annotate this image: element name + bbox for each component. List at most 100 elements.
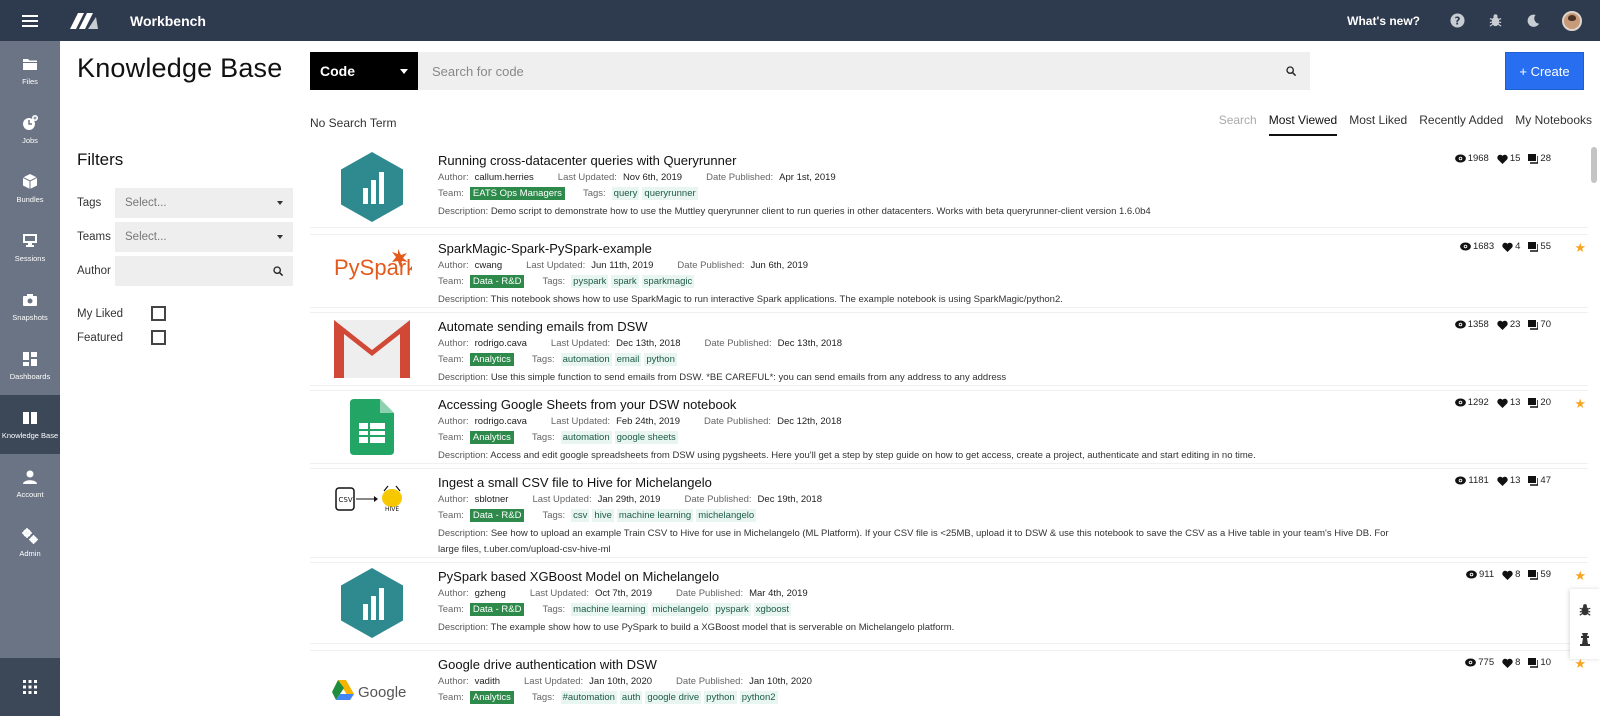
search-type-select[interactable]: Code [310, 52, 418, 90]
search-input[interactable] [432, 63, 1286, 79]
tag-chip[interactable]: python [644, 353, 677, 366]
tag-chip[interactable]: automation [560, 353, 612, 366]
sidebar-item-bundles[interactable]: Bundles [0, 159, 60, 218]
tag-chip[interactable]: queryrunner [642, 187, 698, 200]
tag-chip[interactable]: sparkmagic [641, 275, 695, 288]
team-badge[interactable]: Data - R&D [469, 509, 525, 522]
tag-chip[interactable]: google drive [645, 691, 702, 704]
notebook-card[interactable]: Automate sending emails from DSW Author: r… [310, 313, 1588, 385]
my-liked-checkbox[interactable] [151, 306, 166, 321]
sidebar-item-account[interactable]: Account [0, 454, 60, 513]
folder-icon [23, 56, 37, 72]
sort-tab-most-viewed[interactable]: Most Viewed [1268, 113, 1338, 136]
sidebar-item-jobs[interactable]: Jobs [0, 100, 60, 159]
last-updated-value: Feb 24th, 2019 [616, 416, 680, 427]
bug-icon[interactable] [1486, 12, 1504, 30]
create-button[interactable]: + Create [1505, 52, 1584, 90]
tag-chip[interactable]: machine learning [616, 509, 694, 522]
sort-tab-recently-added[interactable]: Recently Added [1419, 113, 1503, 136]
hex-chart-logo[interactable] [332, 563, 412, 643]
tag-chip[interactable]: michelangelo [696, 509, 757, 522]
tag-chip[interactable]: pyspark [713, 603, 751, 616]
tag-chip[interactable]: csv [571, 509, 590, 522]
sort-tab-most-liked[interactable]: Most Liked [1349, 113, 1407, 136]
notebook-card[interactable]: Google Google drive authentication with D… [310, 651, 1588, 716]
sidebar-item-files[interactable]: Files [0, 41, 60, 100]
sort-tab-search[interactable]: Search [1219, 113, 1257, 136]
csv-to-hive-logo[interactable]: CSV HIVE [332, 469, 412, 529]
tag-chip[interactable]: machine learning [571, 603, 648, 616]
app-logo[interactable] [70, 12, 122, 29]
tag-chip[interactable]: python [704, 691, 737, 704]
team-badge[interactable]: EATS Ops Managers [469, 187, 565, 200]
tag-chip[interactable]: auth [619, 691, 643, 704]
tag-chip[interactable]: michelangelo [650, 603, 711, 616]
team-badge[interactable]: Analytics [469, 431, 514, 444]
tag-chip[interactable]: python2 [739, 691, 778, 704]
featured-star-icon[interactable]: ★ [1574, 569, 1586, 582]
pyspark-logo[interactable]: PySpark [332, 235, 412, 295]
comments-count: 55 [1540, 241, 1551, 252]
team-badge[interactable]: Data - R&D [469, 603, 525, 616]
tags-filter-label: Tags [77, 197, 102, 209]
sidebar-item-dashboards[interactable]: Dashboards [0, 336, 60, 395]
team-badge[interactable]: Analytics [469, 691, 514, 704]
featured-star-icon[interactable]: ★ [1574, 241, 1586, 254]
notebook-title-link[interactable]: Accessing Google Sheets from your DSW no… [438, 397, 1578, 412]
sidebar-item-sessions[interactable]: Sessions [0, 218, 60, 277]
tag-chip[interactable]: hive [592, 509, 614, 522]
notebook-title-link[interactable]: Google drive authentication with DSW [438, 657, 1578, 672]
tag-chip[interactable]: #automation [560, 691, 617, 704]
whats-new-link[interactable]: What's new? [1347, 14, 1420, 28]
team-badge[interactable]: Analytics [469, 353, 514, 366]
tag-chip[interactable]: automation [560, 431, 612, 444]
date-published-label: Date Published: [676, 676, 744, 687]
tag-chip[interactable]: google sheets [614, 431, 678, 444]
bug-icon[interactable] [1578, 603, 1592, 617]
app-grid-button[interactable] [0, 658, 60, 716]
gmail-logo[interactable] [332, 313, 412, 385]
tag-chip[interactable]: email [614, 353, 642, 366]
tag-chip[interactable]: pyspark [571, 275, 609, 288]
tags-select[interactable]: Select... [115, 188, 293, 218]
team-badge[interactable]: Data - R&D [469, 275, 525, 288]
notebook-body: Automate sending emails from DSW Author: r… [438, 319, 1578, 386]
team-label: Team: [438, 692, 464, 703]
chess-piece-icon[interactable] [1579, 632, 1591, 646]
heart-icon [1497, 320, 1508, 330]
notebook-card[interactable]: CSV HIVE Ingest a small CSV file to Hive f… [310, 469, 1588, 557]
sidebar-item-label: Jobs [22, 135, 38, 145]
featured-star-icon[interactable]: ★ [1574, 397, 1586, 410]
notebook-card[interactable]: PySpark SparkMagic-Spark-PySpark-example A… [310, 235, 1588, 307]
notebook-card[interactable]: Accessing Google Sheets from your DSW no… [310, 391, 1588, 463]
sidebar-item-snapshots[interactable]: Snapshots [0, 277, 60, 336]
search-icon[interactable] [1286, 66, 1296, 76]
user-avatar[interactable] [1562, 10, 1582, 31]
google-drive-logo[interactable]: Google [332, 651, 412, 716]
notebook-title-link[interactable]: PySpark based XGBoost Model on Michelang… [438, 569, 1578, 584]
google-sheets-logo[interactable] [332, 391, 412, 463]
help-icon[interactable]: ? [1448, 12, 1466, 30]
sort-tab-my-notebooks[interactable]: My Notebooks [1515, 113, 1592, 136]
hamburger-menu-button[interactable] [0, 0, 60, 41]
teams-select[interactable]: Select... [115, 222, 293, 252]
notebook-card[interactable]: PySpark based XGBoost Model on Michelang… [310, 563, 1588, 643]
notebook-title-link[interactable]: Ingest a small CSV file to Hive for Mich… [438, 475, 1578, 490]
featured-checkbox[interactable] [151, 330, 166, 345]
views-count: 775 [1478, 657, 1495, 668]
description-label: Description: [438, 206, 489, 217]
hex-chart-logo[interactable] [332, 147, 412, 227]
sidebar-item-admin[interactable]: Admin [0, 513, 60, 572]
teams-select-placeholder: Select... [125, 231, 167, 243]
tag-chip[interactable]: xgboost [753, 603, 792, 616]
author-input[interactable] [115, 256, 293, 286]
notebook-title-link[interactable]: SparkMagic-Spark-PySpark-example [438, 241, 1578, 256]
tag-chip[interactable]: query [611, 187, 640, 200]
notebook-title-link[interactable]: Running cross-datacenter queries with Qu… [438, 153, 1578, 168]
list-scrollbar[interactable] [1591, 147, 1597, 183]
dark-mode-moon-icon[interactable] [1524, 12, 1542, 30]
tag-chip[interactable]: spark [611, 275, 639, 288]
notebook-title-link[interactable]: Automate sending emails from DSW [438, 319, 1578, 334]
sidebar-item-knowledge-base[interactable]: Knowledge Base [0, 395, 60, 454]
notebook-card[interactable]: Running cross-datacenter queries with Qu… [310, 147, 1588, 227]
